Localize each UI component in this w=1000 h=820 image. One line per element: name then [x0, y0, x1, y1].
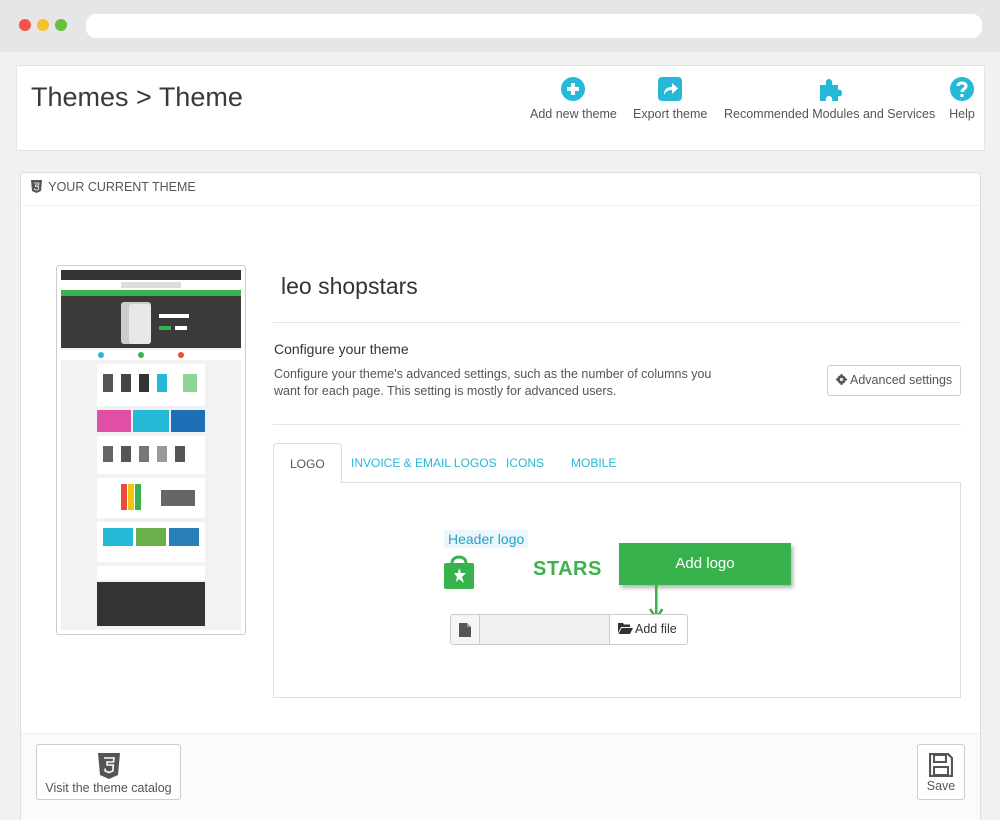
logo-file-upload: Add file [450, 614, 688, 645]
theme-preview-image [56, 265, 246, 635]
tab-logo[interactable]: LOGO [273, 443, 342, 483]
help-label: Help [949, 107, 975, 121]
add-file-label: Add file [635, 622, 677, 636]
theme-screenshot-graphic [61, 270, 241, 630]
floppy-disk-icon [929, 753, 953, 777]
add-new-theme-button[interactable]: Add new theme [530, 76, 617, 121]
panel-heading-label: YOUR CURRENT THEME [48, 180, 196, 194]
visit-theme-catalog-label: Visit the theme catalog [45, 781, 172, 795]
tab-mobile[interactable]: MOBILE [555, 443, 632, 483]
tab-invoice-email-logos[interactable]: INVOICE & EMAIL LOGOS [335, 443, 513, 483]
close-window-icon[interactable] [19, 19, 31, 31]
logo-tabs: LOGO INVOICE & EMAIL LOGOS ICONS MOBILE [273, 443, 961, 483]
html5-icon [97, 753, 120, 779]
logo-text: STARS [533, 558, 602, 580]
minimize-window-icon[interactable] [37, 19, 49, 31]
save-label: Save [926, 779, 956, 793]
plus-circle-icon [561, 77, 586, 101]
configure-theme-description: Configure your theme's advanced settings… [274, 367, 712, 398]
folder-open-icon [618, 623, 633, 634]
browser-chrome [0, 0, 1000, 52]
question-circle-icon [950, 77, 974, 101]
add-logo-callout: Add logo [619, 543, 791, 585]
file-icon [450, 614, 480, 645]
advanced-settings-label: Advanced settings [850, 373, 953, 387]
puzzle-icon [819, 79, 842, 101]
panel-footer: Visit the theme catalog Save [21, 733, 980, 820]
page-header: Themes > Theme Add new theme Export them… [16, 65, 985, 151]
export-theme-button[interactable]: Export theme [633, 76, 707, 121]
divider [273, 424, 961, 425]
help-button[interactable]: Help [949, 76, 975, 121]
add-file-button[interactable]: Add file [609, 614, 688, 645]
divider [273, 322, 961, 323]
theme-name: leo shopstars [281, 273, 418, 299]
tab-icons[interactable]: ICONS [490, 443, 560, 483]
logo-tab-content: Header logo STARS Add logo Add file [273, 482, 961, 698]
address-bar[interactable] [86, 14, 982, 38]
current-theme-panel: YOUR CURRENT THEME leo shopstars Configu… [20, 172, 981, 820]
recommended-modules-label: Recommended Modules and Services [724, 107, 936, 121]
advanced-settings-button[interactable]: Advanced settings [827, 365, 961, 396]
header-logo-label: Header logo [444, 530, 529, 548]
page: Themes > Theme Add new theme Export them… [0, 52, 1000, 820]
shop-logo-icon [444, 555, 474, 589]
add-new-theme-label: Add new theme [530, 107, 617, 121]
visit-theme-catalog-button[interactable]: Visit the theme catalog [36, 744, 181, 800]
html5-icon [31, 180, 42, 193]
maximize-window-icon[interactable] [55, 19, 67, 31]
save-button[interactable]: Save [917, 744, 965, 800]
gear-icon [836, 374, 847, 385]
export-share-icon [658, 77, 683, 101]
page-title: Themes > Theme [31, 82, 243, 112]
logo-file-input[interactable] [479, 614, 610, 645]
recommended-modules-button[interactable]: Recommended Modules and Services [724, 76, 935, 121]
panel-heading: YOUR CURRENT THEME [21, 173, 980, 206]
configure-theme-title: Configure your theme [274, 341, 409, 357]
export-theme-label: Export theme [633, 107, 708, 121]
